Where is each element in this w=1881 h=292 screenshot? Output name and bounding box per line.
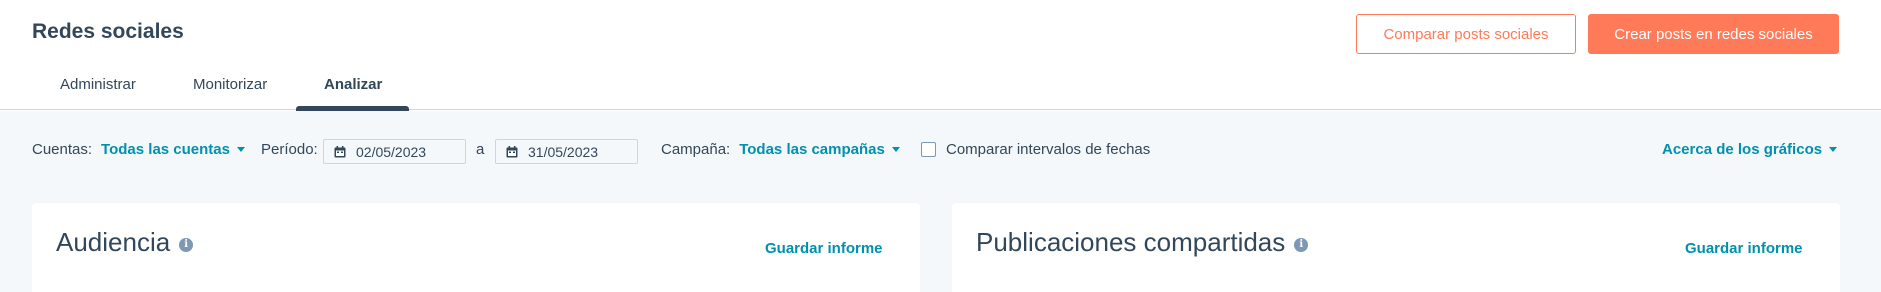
period-label: Período:: [261, 141, 318, 158]
create-posts-button[interactable]: Crear posts en redes sociales: [1588, 14, 1839, 54]
period-filter: Período:: [261, 141, 318, 158]
calendar-icon: [334, 145, 346, 157]
campaign-dropdown-value: Todas las campañas: [739, 141, 885, 158]
date-from-input[interactable]: 02/05/2023: [323, 139, 466, 164]
shared-posts-save-report-link[interactable]: Guardar informe: [1685, 240, 1803, 257]
audience-save-report-link[interactable]: Guardar informe: [765, 240, 883, 257]
date-separator: a: [476, 141, 484, 158]
accounts-dropdown[interactable]: Todas las cuentas: [101, 141, 245, 158]
accounts-filter: Cuentas: Todas las cuentas: [32, 141, 245, 158]
campaign-dropdown[interactable]: Todas las campañas: [739, 141, 900, 158]
tab-monitorizar[interactable]: Monitorizar: [193, 76, 267, 93]
analytics-content: Cuentas: Todas las cuentas Período: 02/0…: [0, 111, 1881, 292]
page-header: Redes sociales Comparar posts sociales C…: [0, 0, 1881, 111]
compare-posts-button[interactable]: Comparar posts sociales: [1356, 14, 1576, 54]
compare-dates-filter: Comparar intervalos de fechas: [946, 141, 1150, 158]
campaign-filter: Campaña: Todas las campañas: [661, 141, 900, 158]
tab-analizar[interactable]: Analizar: [324, 76, 382, 93]
accounts-label: Cuentas:: [32, 141, 93, 158]
shared-posts-card-header: Publicaciones compartidas i: [976, 227, 1309, 258]
info-icon[interactable]: i: [1294, 237, 1309, 252]
audience-card-title: Audiencia: [56, 227, 171, 257]
date-to-value: 31/05/2023: [528, 143, 599, 160]
shared-posts-card: Publicaciones compartidas i Guardar info…: [952, 203, 1840, 292]
about-charts-filter: Acerca de los gráficos: [1662, 141, 1838, 158]
compare-dates-label[interactable]: Comparar intervalos de fechas: [946, 141, 1150, 158]
campaign-label: Campaña:: [661, 141, 731, 158]
info-icon[interactable]: i: [179, 237, 194, 252]
shared-posts-card-title: Publicaciones compartidas: [976, 227, 1286, 257]
date-to-input[interactable]: 31/05/2023: [495, 139, 638, 164]
accounts-dropdown-value: Todas las cuentas: [101, 141, 230, 158]
chevron-down-icon: [236, 147, 245, 152]
chevron-down-icon: [891, 147, 900, 152]
compare-dates-checkbox[interactable]: [921, 142, 936, 157]
audience-card-header: Audiencia i: [56, 227, 194, 258]
tab-administrar[interactable]: Administrar: [60, 76, 136, 93]
chevron-down-icon: [1829, 147, 1838, 152]
date-from-value: 02/05/2023: [356, 143, 427, 160]
calendar-icon: [506, 145, 518, 157]
about-charts-dropdown[interactable]: Acerca de los gráficos: [1662, 141, 1838, 158]
audience-card: Audiencia i Guardar informe: [32, 203, 920, 292]
about-charts-label: Acerca de los gráficos: [1662, 141, 1823, 158]
date-separator-text: a: [476, 141, 485, 158]
page-title: Redes sociales: [32, 20, 184, 43]
